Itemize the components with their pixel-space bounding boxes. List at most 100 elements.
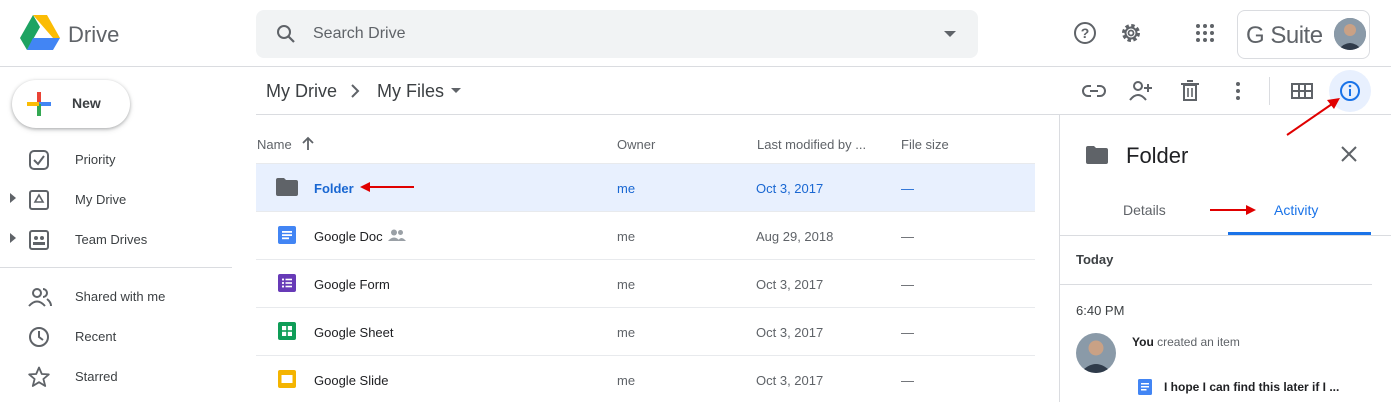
details-panel: Folder Details Activity Today 6:40 PM Yo… — [1059, 115, 1391, 402]
sidebar-item-shared-with-me[interactable]: Shared with me — [0, 277, 232, 315]
search-icon[interactable] — [274, 22, 298, 46]
column-header-owner[interactable]: Owner — [617, 137, 655, 152]
breadcrumb: My Drive My Files — [256, 67, 1391, 115]
star-icon — [28, 366, 50, 387]
folder-menu-dropdown-icon[interactable] — [451, 88, 461, 93]
sidebar-item-starred[interactable]: Starred — [0, 357, 232, 395]
drive-logo-icon[interactable] — [20, 15, 60, 51]
sidebar-item-priority[interactable]: Priority — [0, 140, 232, 178]
file-owner: me — [617, 181, 636, 196]
activity-user-avatar — [1076, 333, 1116, 373]
column-header-last-modified[interactable]: Last modified by ... — [757, 137, 866, 152]
sidebar-divider — [0, 267, 232, 268]
annotation-arrow-activity — [1210, 205, 1256, 215]
file-modified: Aug 29, 2018 — [756, 229, 834, 244]
close-icon[interactable] — [1340, 145, 1358, 163]
annotation-arrow-folder — [360, 182, 414, 192]
file-modified: Oct 3, 2017 — [756, 325, 824, 340]
search-bar[interactable]: Search Drive — [256, 10, 978, 58]
file-name[interactable]: Google Form — [314, 277, 390, 292]
sidebar-item-my-drive[interactable]: My Drive — [0, 180, 232, 218]
sidebar-item-team-drives[interactable]: Team Drives — [0, 220, 232, 258]
annotation-arrow-info — [1286, 98, 1340, 136]
file-owner: me — [617, 373, 636, 388]
file-name[interactable]: Folder — [314, 181, 354, 196]
delete-trash-icon[interactable] — [1177, 78, 1203, 104]
shared-icon — [28, 288, 52, 307]
gsuite-brand: G Suite — [1246, 22, 1323, 49]
file-name[interactable]: Google Doc — [314, 229, 383, 244]
file-name[interactable]: Google Slide — [314, 373, 388, 388]
priority-icon — [29, 150, 49, 170]
activity-description: You created an item — [1132, 335, 1240, 349]
activity-actor: You — [1132, 335, 1154, 349]
file-size: — — [901, 181, 914, 196]
svg-text:?: ? — [1081, 25, 1090, 41]
more-options-icon[interactable] — [1225, 78, 1251, 104]
get-link-icon[interactable] — [1081, 78, 1107, 104]
shared-people-icon — [388, 229, 406, 241]
tab-activity[interactable]: Activity — [1274, 202, 1318, 218]
share-add-person-icon[interactable] — [1128, 78, 1154, 104]
table-row-google-sheet[interactable]: Google Sheet me Oct 3, 2017 — — [256, 307, 1035, 355]
breadcrumb-current-folder[interactable]: My Files — [377, 81, 444, 102]
clock-icon — [29, 327, 49, 347]
table-row-google-doc[interactable]: Google Doc me Aug 29, 2018 — — [256, 211, 1035, 259]
app-name[interactable]: Drive — [68, 22, 119, 48]
column-header-file-size[interactable]: File size — [901, 137, 949, 152]
file-name[interactable]: Google Sheet — [314, 325, 394, 340]
sidebar-item-label: Priority — [75, 152, 116, 167]
help-icon[interactable]: ? — [1072, 20, 1098, 46]
activity-date-heading: Today — [1076, 252, 1114, 267]
search-options-icon[interactable] — [944, 31, 956, 38]
gsuite-account-button[interactable]: G Suite — [1237, 10, 1370, 59]
toolbar-divider — [1269, 77, 1270, 105]
search-input[interactable]: Search Drive — [313, 25, 405, 43]
tab-details[interactable]: Details — [1123, 202, 1166, 218]
top-bar: Drive Search Drive ? G Suite — [0, 0, 1391, 67]
google-sheet-icon — [278, 322, 296, 340]
folder-icon — [1086, 146, 1108, 164]
google-slide-icon — [278, 370, 296, 388]
sidebar-item-label: Recent — [75, 329, 117, 344]
sidebar-item-recent[interactable]: Recent — [0, 317, 232, 355]
file-size: — — [901, 373, 914, 388]
file-modified: Oct 3, 2017 — [756, 373, 824, 388]
file-size: — — [901, 277, 914, 292]
tabs-divider — [1060, 235, 1391, 236]
file-list: Name Owner Last modified by ... File siz… — [256, 115, 1036, 402]
activity-action: created an item — [1157, 335, 1240, 349]
chevron-right-icon — [351, 84, 360, 98]
file-size: — — [901, 325, 914, 340]
sidebar: New Priority My Drive Team Drives Shared… — [0, 67, 256, 402]
sidebar-item-label: Shared with me — [75, 289, 166, 304]
google-form-icon — [278, 274, 296, 292]
expand-caret-icon[interactable] — [10, 193, 16, 203]
breadcrumb-my-drive[interactable]: My Drive — [266, 81, 337, 102]
sort-ascending-arrow-icon[interactable] — [302, 136, 314, 150]
new-button-label: New — [72, 95, 101, 111]
file-owner: me — [617, 325, 636, 340]
apps-grid-icon[interactable] — [1192, 20, 1218, 46]
sidebar-item-label: My Drive — [75, 192, 127, 207]
my-drive-icon — [29, 190, 49, 210]
column-header-name[interactable]: Name — [257, 137, 292, 152]
table-row-google-form[interactable]: Google Form me Oct 3, 2017 — — [256, 259, 1035, 307]
folder-icon — [276, 178, 298, 196]
new-button[interactable]: New — [12, 80, 130, 128]
settings-gear-icon[interactable] — [1118, 20, 1144, 46]
google-doc-icon — [278, 226, 296, 244]
sidebar-item-label: Team Drives — [75, 232, 148, 247]
file-owner: me — [617, 229, 636, 244]
activity-divider — [1060, 284, 1372, 285]
google-doc-icon — [1138, 379, 1152, 395]
file-modified: Oct 3, 2017 — [756, 181, 824, 196]
activity-item-link[interactable]: I hope I can find this later if I ... — [1164, 380, 1339, 394]
details-title: Folder — [1126, 143, 1189, 168]
user-avatar[interactable] — [1334, 18, 1366, 50]
plus-icon — [27, 92, 51, 116]
expand-caret-icon[interactable] — [10, 233, 16, 243]
table-row-google-slide[interactable]: Google Slide me Oct 3, 2017 — — [256, 355, 1035, 403]
file-modified: Oct 3, 2017 — [756, 277, 824, 292]
activity-time: 6:40 PM — [1076, 303, 1125, 318]
